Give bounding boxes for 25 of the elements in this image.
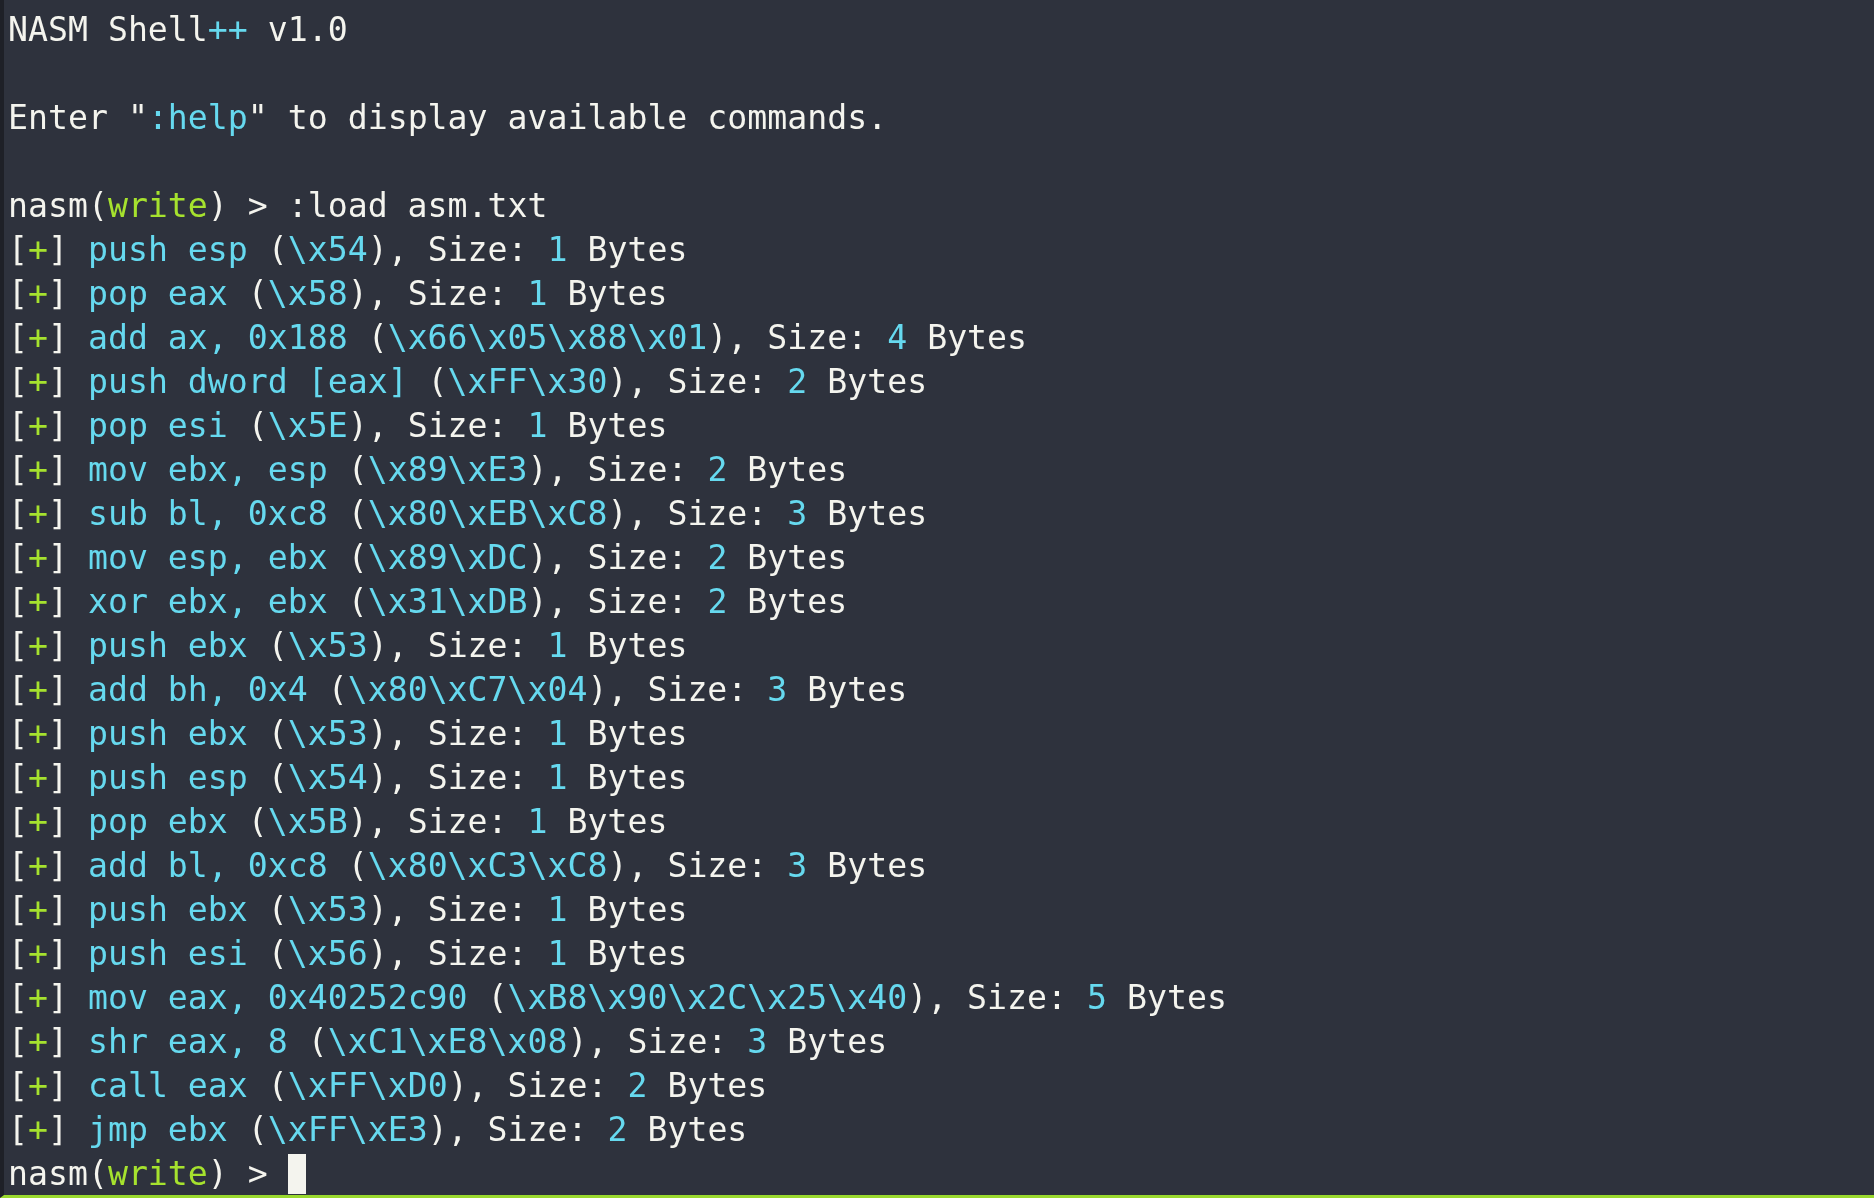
output-line: Enter ":help" to display available commands.: [8, 97, 888, 139]
output-line: [+] push esp (\x54), Size: 1 Bytes: [8, 229, 688, 271]
output-line: [+] add bl, 0xc8 (\x80\xC3\xC8), Size: 3 Bytes: [8, 845, 928, 887]
output-line: [+] add ax, 0x188 (\x66\x05\x88\x01), Size: 4 Bytes: [8, 317, 1028, 359]
output-line: [+] push esi (\x56), Size: 1 Bytes: [8, 933, 688, 975]
output-line: [+] push dword [eax] (\xFF\x30), Size: 2 Bytes: [8, 361, 928, 403]
output-line: [+] mov ebx, esp (\x89\xE3), Size: 2 Bytes: [8, 449, 848, 491]
output-line: [+] xor ebx, ebx (\x31\xDB), Size: 2 Bytes: [8, 581, 848, 623]
output-line: [+] push ebx (\x53), Size: 1 Bytes: [8, 625, 688, 667]
output-line: [+] mov esp, ebx (\x89\xDC), Size: 2 Bytes: [8, 537, 848, 579]
output-line: [+] add bh, 0x4 (\x80\xC7\x04), Size: 3 Bytes: [8, 669, 908, 711]
output-line: [+] call eax (\xFF\xD0), Size: 2 Bytes: [8, 1065, 768, 1107]
output-line: [+] push ebx (\x53), Size: 1 Bytes: [8, 889, 688, 931]
output-line: [+] push ebx (\x53), Size: 1 Bytes: [8, 713, 688, 755]
output-line: [+] pop esi (\x5E), Size: 1 Bytes: [8, 405, 668, 447]
prompt-line: nasm(write) > :load asm.txt: [8, 185, 548, 227]
output-line: [+] jmp ebx (\xFF\xE3), Size: 2 Bytes: [8, 1109, 748, 1151]
output-line: [+] push esp (\x54), Size: 1 Bytes: [8, 757, 688, 799]
output-line: [+] sub bl, 0xc8 (\x80\xEB\xC8), Size: 3 Bytes: [8, 493, 928, 535]
output-line: [+] shr eax, 8 (\xC1\xE8\x08), Size: 3 Bytes: [8, 1021, 888, 1063]
output-line: [+] pop ebx (\x5B), Size: 1 Bytes: [8, 801, 668, 843]
output-line: NASM Shell++ v1.0: [8, 9, 348, 51]
output-line: [+] mov eax, 0x40252c90 (\xB8\x90\x2C\x25\x40), Size: 5 Bytes: [8, 977, 1227, 1019]
prompt-line: nasm(write) >: [8, 1153, 268, 1195]
output-line: [+] pop eax (\x58), Size: 1 Bytes: [8, 273, 668, 315]
